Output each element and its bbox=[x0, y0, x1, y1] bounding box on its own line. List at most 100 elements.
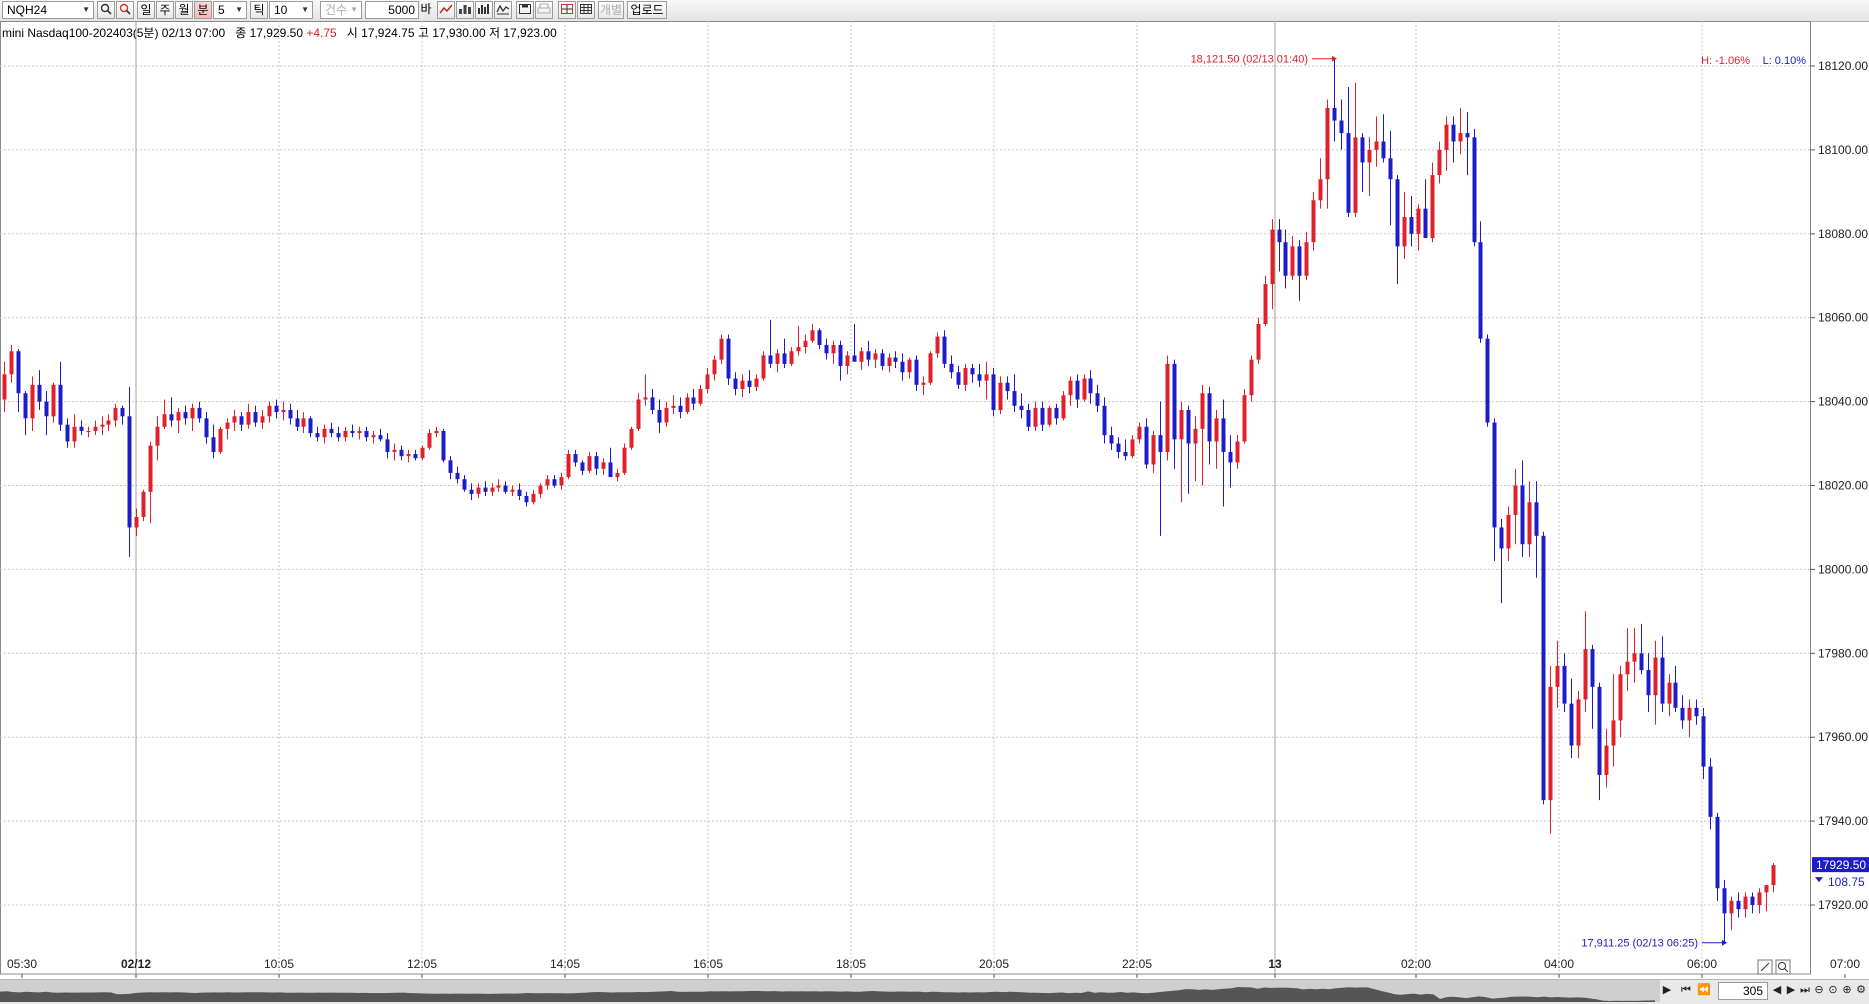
candle-body bbox=[1144, 426, 1149, 465]
candle-body bbox=[79, 426, 84, 431]
interval-select[interactable]: 5 ▼ bbox=[213, 1, 247, 19]
bars-unit-label: 바 bbox=[420, 2, 432, 16]
candle-body bbox=[726, 338, 731, 379]
table-view-button[interactable] bbox=[577, 1, 595, 19]
candle bbox=[1249, 355, 1254, 402]
zoom-reset-button[interactable]: ⊙ bbox=[1826, 982, 1840, 1000]
candle bbox=[448, 456, 453, 480]
candle bbox=[239, 412, 244, 431]
symbol-select[interactable]: NQH24 ▼ bbox=[2, 1, 94, 19]
candle bbox=[1437, 141, 1442, 184]
candlestick-chart[interactable]: 18,121.50 (02/13 01:40) 17,911.25 (02/13 … bbox=[0, 21, 1869, 979]
candle-body bbox=[392, 449, 397, 452]
overview-minimap[interactable] bbox=[0, 980, 1660, 1002]
candle bbox=[914, 355, 919, 392]
candle bbox=[657, 399, 662, 434]
scroll-back-button[interactable]: ◀ bbox=[1770, 982, 1784, 1000]
candle-body bbox=[176, 412, 181, 421]
candle-body bbox=[1214, 418, 1219, 442]
period-minute-button[interactable]: 분 bbox=[194, 1, 212, 19]
tick-button[interactable]: 틱 bbox=[250, 1, 268, 19]
volume-button[interactable] bbox=[475, 1, 493, 19]
print-button[interactable] bbox=[535, 1, 553, 19]
candle-body bbox=[552, 479, 557, 486]
chevron-down-icon: ▼ bbox=[301, 5, 309, 14]
chart-type-button[interactable] bbox=[456, 1, 474, 19]
axis-corner-buttons[interactable] bbox=[1757, 958, 1797, 978]
candle-body bbox=[1165, 363, 1170, 452]
candle bbox=[782, 338, 787, 369]
candle bbox=[1687, 699, 1692, 738]
individual-button[interactable]: 개별 bbox=[598, 1, 624, 19]
candle bbox=[942, 330, 947, 369]
candle-body bbox=[100, 424, 105, 427]
grid-settings-button[interactable] bbox=[558, 1, 576, 19]
candle bbox=[1715, 812, 1720, 901]
period-week-button[interactable]: 주 bbox=[156, 1, 174, 19]
scroll-right-button[interactable]: ▶ bbox=[1660, 982, 1674, 1000]
candle-body bbox=[1374, 141, 1379, 150]
candle bbox=[1548, 665, 1553, 834]
search-clear-button[interactable] bbox=[116, 1, 134, 19]
y-tick-label: 18080.00 bbox=[1818, 227, 1868, 241]
save-chart-button[interactable] bbox=[516, 1, 534, 19]
candle-body bbox=[859, 351, 864, 362]
candle bbox=[308, 416, 313, 438]
scroll-forward-button[interactable]: ▶ bbox=[1784, 982, 1798, 1000]
period-day-button[interactable]: 일 bbox=[137, 1, 155, 19]
indicator-button[interactable] bbox=[494, 1, 512, 19]
candle-body bbox=[1660, 657, 1665, 704]
candle-body bbox=[866, 351, 871, 360]
candle bbox=[1360, 133, 1365, 192]
candle bbox=[1673, 665, 1678, 713]
count-select[interactable]: 건수 ▼ bbox=[320, 1, 362, 19]
candle-body bbox=[1102, 405, 1107, 436]
candle bbox=[1297, 240, 1302, 301]
candle bbox=[155, 416, 160, 461]
zoom-in-button[interactable]: ⊕ bbox=[1840, 982, 1854, 1000]
bar-count-input[interactable]: 305 bbox=[1718, 982, 1768, 1000]
tick-select[interactable]: 10 ▼ bbox=[269, 1, 313, 19]
candle bbox=[1277, 219, 1282, 272]
candle-body bbox=[573, 454, 578, 463]
y-tick-label: 18020.00 bbox=[1818, 479, 1868, 493]
candle bbox=[455, 466, 460, 484]
candle-body bbox=[1548, 686, 1553, 801]
candle bbox=[1311, 191, 1316, 251]
candle bbox=[1569, 678, 1574, 759]
candle-body bbox=[1604, 745, 1609, 775]
scroll-last-button[interactable]: ⏭ bbox=[1798, 982, 1812, 1000]
x-tick-label: 14:05 bbox=[550, 957, 580, 971]
candle bbox=[1520, 460, 1525, 557]
candle bbox=[928, 351, 933, 385]
search-button[interactable] bbox=[97, 1, 115, 19]
count-label: 건수 bbox=[325, 3, 348, 17]
candle bbox=[1632, 628, 1637, 683]
candle bbox=[378, 428, 383, 442]
candle bbox=[712, 355, 717, 381]
scroll-first-button[interactable]: ⏮ bbox=[1677, 982, 1695, 1000]
candle-body bbox=[678, 405, 683, 413]
candle-body bbox=[733, 378, 738, 390]
candle bbox=[79, 420, 84, 436]
chart-settings-button[interactable]: ⚙ bbox=[1854, 982, 1868, 1000]
zoom-out-button[interactable]: ⊖ bbox=[1812, 982, 1826, 1000]
candle bbox=[503, 481, 508, 494]
candle-body bbox=[657, 409, 662, 423]
upload-button[interactable]: 업로드 bbox=[627, 1, 667, 19]
candle bbox=[420, 445, 425, 461]
candle bbox=[1075, 374, 1080, 408]
scroll-prev-button[interactable]: ⏪ bbox=[1695, 982, 1713, 1000]
candle-body bbox=[1597, 686, 1602, 775]
candle-body bbox=[1123, 451, 1128, 457]
candle bbox=[483, 481, 488, 496]
candle bbox=[427, 428, 432, 450]
candle bbox=[30, 376, 35, 431]
candle bbox=[1395, 175, 1400, 285]
trend-tool-button[interactable] bbox=[437, 1, 455, 19]
bars-input[interactable]: 5000 bbox=[365, 1, 419, 19]
candle-body bbox=[1680, 707, 1685, 721]
candle-body bbox=[455, 472, 460, 480]
period-month-button[interactable]: 월 bbox=[175, 1, 193, 19]
candle-body bbox=[72, 426, 77, 442]
